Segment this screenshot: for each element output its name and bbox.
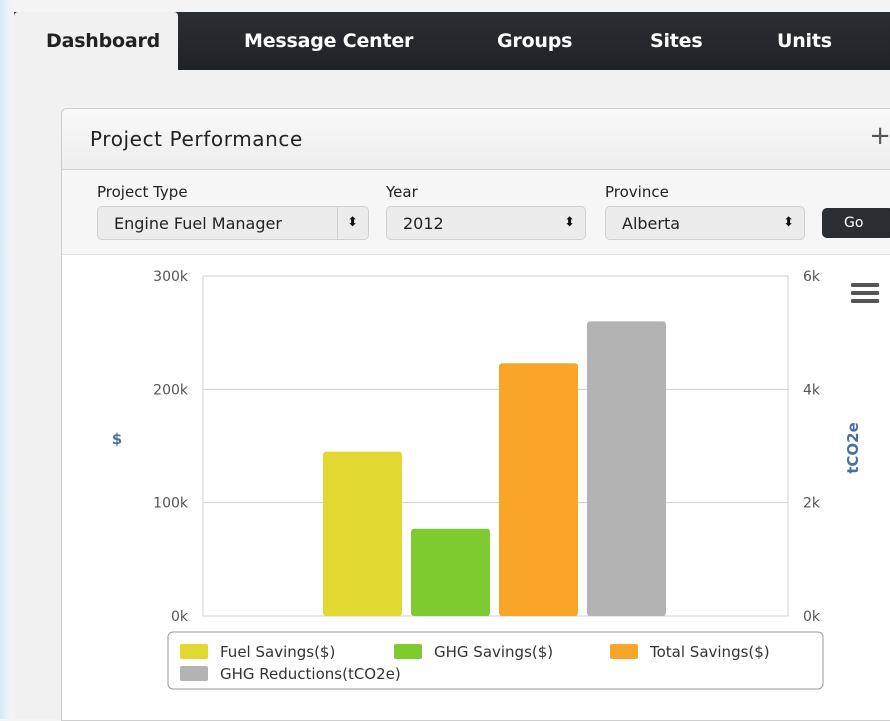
- y-tick-label: 200k: [153, 382, 189, 398]
- y2-tick-label: 6k: [803, 269, 821, 285]
- legend-swatch: [180, 666, 208, 681]
- bar-total-savings[interactable]: [499, 363, 578, 616]
- legend-label[interactable]: GHG Savings($): [434, 643, 553, 661]
- bar-ghg-savings[interactable]: [411, 528, 490, 616]
- y2-axis-label: tCO2e: [844, 422, 862, 474]
- legend-label[interactable]: Fuel Savings($): [220, 643, 335, 661]
- plot-border: [202, 275, 789, 617]
- performance-chart: 0k 0k 100k 2k 200k 4k 300k 6k $ tCO2e Fuel Savi…: [112, 269, 879, 690]
- legend-label[interactable]: GHG Reductions(tCO2e): [220, 665, 401, 683]
- bar-fuel-savings[interactable]: [323, 451, 402, 616]
- y-tick-label: 300k: [153, 269, 189, 285]
- y2-tick-label: 2k: [803, 496, 821, 512]
- y-tick-label: 0k: [171, 609, 189, 625]
- y2-tick-label: 0k: [803, 609, 821, 625]
- legend-swatch: [610, 644, 638, 659]
- y-tick-label: 100k: [153, 496, 189, 512]
- legend-label[interactable]: Total Savings($): [649, 643, 770, 661]
- y-axis-label: $: [112, 430, 122, 448]
- hamburger-menu-icon[interactable]: [851, 283, 879, 303]
- legend-swatch: [180, 644, 208, 659]
- legend-swatch: [394, 644, 422, 659]
- y2-tick-label: 4k: [803, 382, 821, 398]
- bar-ghg-reductions-tco2e[interactable]: [587, 321, 666, 616]
